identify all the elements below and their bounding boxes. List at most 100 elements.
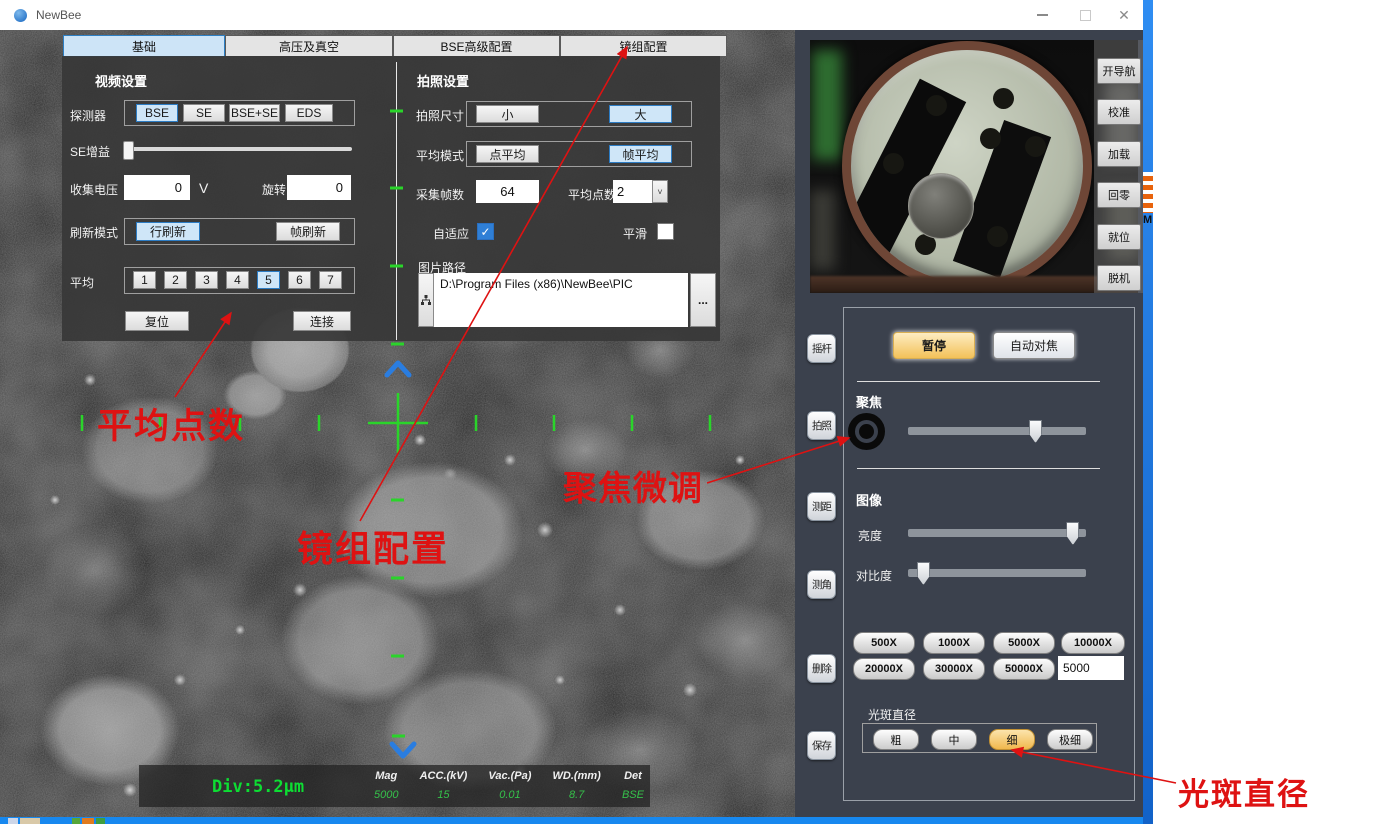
button-label: 帧刷新 (290, 223, 326, 240)
taskbar-icon-4[interactable] (82, 818, 94, 824)
frame-average-button[interactable]: 帧平均 (609, 145, 672, 163)
detector-se-button[interactable]: SE (183, 104, 225, 122)
tab-label: 高压及真空 (279, 38, 339, 55)
save-button[interactable]: 保存 (807, 731, 836, 760)
size-large-button[interactable]: 大 (609, 105, 672, 123)
button-label: BSE (145, 106, 169, 120)
path-input[interactable]: D:\Program Files (x86)\NewBee\PIC (434, 273, 688, 327)
rotation-input[interactable]: 0 (287, 175, 351, 200)
measure-angle-button[interactable]: 测角 (807, 570, 836, 599)
frames-label: 采集帧数 (416, 186, 464, 203)
nav-open-navigation-button[interactable]: 开导航 (1097, 58, 1141, 84)
button-label: 帧平均 (622, 146, 658, 163)
taskbar-icon-3[interactable] (72, 818, 80, 824)
connect-button[interactable]: 连接 (293, 311, 351, 331)
maximize-button[interactable] (1065, 0, 1105, 30)
autofocus-button[interactable]: 自动对焦 (993, 332, 1075, 359)
button-label: 就位 (1108, 229, 1130, 245)
collect-voltage-input[interactable]: 0 (124, 175, 190, 200)
separator (857, 468, 1100, 469)
status-overlay: Div:5.2μm Mag 5000 ACC.(kV) 15 Vac.(Pa) … (139, 765, 650, 807)
contrast-slider[interactable] (908, 569, 1086, 577)
mag-30000x-button[interactable]: 30000X (923, 658, 985, 680)
tab-lens-config[interactable]: 镜组配置 (560, 35, 727, 57)
mag-500x-button[interactable]: 500X (853, 632, 915, 654)
detector-eds-button[interactable]: EDS (285, 104, 333, 122)
taskbar-icon-1[interactable] (8, 818, 18, 824)
button-label: 5 (265, 273, 272, 287)
tab-basic[interactable]: 基础 (63, 35, 225, 57)
mag-5000x-button[interactable]: 5000X (993, 632, 1055, 654)
status-col-mag: Mag 5000 (374, 770, 398, 801)
joystick-button[interactable]: 摇杆 (807, 334, 836, 363)
nav-calibrate-button[interactable]: 校准 (1097, 99, 1141, 125)
average-6-button[interactable]: 6 (288, 271, 311, 289)
mag-50000x-button[interactable]: 50000X (993, 658, 1055, 680)
average-4-button[interactable]: 4 (226, 271, 249, 289)
avg-points-dropdown-button[interactable]: ˅ (652, 180, 668, 203)
status-col-acc: ACC.(kV) 15 (420, 770, 468, 801)
refresh-frame-button[interactable]: 帧刷新 (276, 222, 340, 241)
brightness-slider[interactable] (908, 529, 1086, 537)
detector-bse-button[interactable]: BSE (136, 104, 178, 122)
smooth-checkbox[interactable] (657, 223, 674, 240)
button-label: BSE+SE (231, 106, 278, 120)
measure-distance-button[interactable]: 测距 (807, 492, 836, 521)
nav-offline-button[interactable]: 脱机 (1097, 265, 1141, 291)
status-header: WD.(mm) (553, 770, 601, 782)
close-button[interactable]: ✕ (1105, 0, 1143, 30)
button-label: 拍照 (812, 418, 831, 433)
frames-input[interactable]: 64 (476, 180, 539, 203)
detector-bse-se-button[interactable]: BSE+SE (229, 104, 280, 122)
nav-load-button[interactable]: 加载 (1097, 141, 1141, 167)
se-gain-slider[interactable] (123, 147, 352, 151)
point-average-button[interactable]: 点平均 (476, 145, 539, 163)
stage-hole (980, 128, 1001, 149)
magnification-input[interactable]: 5000 (1058, 656, 1124, 680)
desktop-blue-strip (1143, 0, 1153, 824)
spot-medium-button[interactable]: 中 (931, 729, 977, 750)
path-lock-button[interactable] (418, 273, 434, 327)
spot-extra-fine-button[interactable]: 极细 (1047, 729, 1093, 750)
input-value: 0 (175, 180, 182, 195)
status-header: Vac.(Pa) (488, 770, 531, 782)
average-3-button[interactable]: 3 (195, 271, 218, 289)
mag-1000x-button[interactable]: 1000X (923, 632, 985, 654)
nav-return-zero-button[interactable]: 回零 (1097, 182, 1141, 208)
refresh-line-button[interactable]: 行刷新 (136, 222, 200, 241)
pause-button[interactable]: 暂停 (893, 332, 975, 359)
mag-10000x-button[interactable]: 10000X (1061, 632, 1125, 654)
minimize-button[interactable] (1020, 0, 1065, 30)
browse-button[interactable]: ... (690, 273, 716, 327)
smooth-label: 平滑 (623, 225, 647, 242)
spot-fine-button[interactable]: 细 (989, 729, 1035, 750)
average-5-button[interactable]: 5 (257, 271, 280, 289)
spot-coarse-button[interactable]: 粗 (873, 729, 919, 750)
mag-20000x-button[interactable]: 20000X (853, 658, 915, 680)
se-gain-slider-thumb[interactable] (123, 141, 134, 160)
tab-bse-advanced[interactable]: BSE高级配置 (393, 35, 560, 57)
average-2-button[interactable]: 2 (164, 271, 187, 289)
button-label: 大 (634, 106, 646, 123)
focus-fine-knob[interactable] (848, 413, 885, 450)
size-small-button[interactable]: 小 (476, 105, 539, 123)
adaptive-checkbox[interactable]: ✓ (477, 223, 494, 240)
snapshot-button[interactable]: 拍照 (807, 411, 836, 440)
reset-button[interactable]: 复位 (125, 311, 189, 331)
average-1-button[interactable]: 1 (133, 271, 156, 289)
delete-button[interactable]: 删除 (807, 654, 836, 683)
focus-slider[interactable] (908, 427, 1086, 435)
taskbar[interactable] (0, 817, 1143, 824)
nav-in-position-button[interactable]: 就位 (1097, 224, 1141, 250)
desktop-icon-fragment[interactable] (1143, 172, 1153, 213)
button-label: 行刷新 (150, 223, 186, 240)
taskbar-icon-2[interactable] (20, 818, 40, 824)
button-label: 测角 (812, 577, 831, 592)
stage-hole (1025, 136, 1046, 157)
tab-hv-vacuum[interactable]: 高压及真空 (225, 35, 393, 57)
average-7-button[interactable]: 7 (319, 271, 342, 289)
taskbar-icon-5[interactable] (96, 818, 105, 824)
se-gain-label: SE增益 (70, 143, 110, 160)
chamber-camera-view (810, 40, 1138, 293)
desktop-icon-label: M (1143, 214, 1155, 226)
